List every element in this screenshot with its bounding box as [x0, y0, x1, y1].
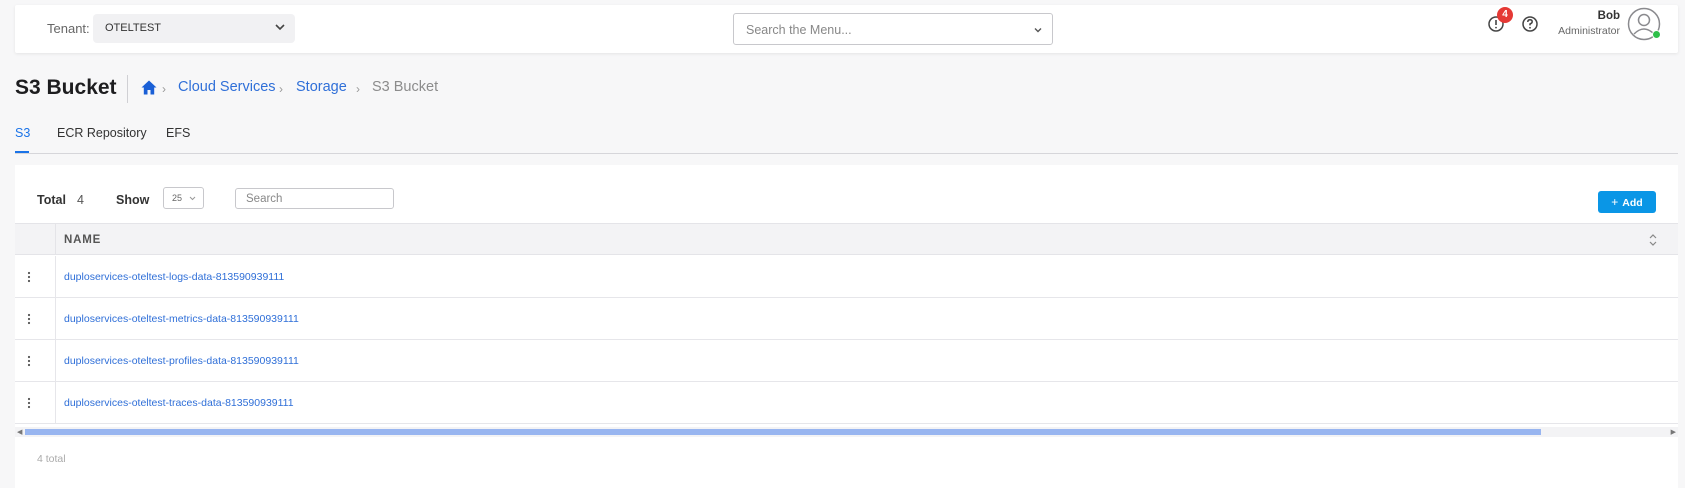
- scroll-right-icon[interactable]: ▶: [1671, 428, 1676, 436]
- page-size-select[interactable]: 25: [163, 187, 204, 209]
- user-name: Bob: [1597, 10, 1620, 22]
- column-divider: [55, 224, 56, 255]
- breadcrumb-storage[interactable]: Storage: [296, 79, 347, 95]
- horizontal-scrollbar[interactable]: ◀ ▶: [15, 427, 1678, 437]
- column-divider: [55, 256, 56, 298]
- total-label: Total: [37, 193, 66, 207]
- add-button[interactable]: + Add: [1598, 191, 1656, 213]
- kebab-menu-icon[interactable]: [26, 396, 32, 410]
- kebab-menu-icon[interactable]: [26, 312, 32, 326]
- breadcrumb-current: S3 Bucket: [372, 79, 439, 95]
- home-icon[interactable]: [140, 79, 158, 96]
- table-row: duploservices-oteltest-logs-data-8135909…: [15, 256, 1678, 298]
- tenant-value: OTELTEST: [105, 22, 162, 34]
- add-button-label: Add: [1622, 197, 1643, 209]
- help-icon[interactable]: [1520, 14, 1540, 34]
- kebab-menu-icon[interactable]: [26, 270, 32, 284]
- plus-icon: +: [1611, 195, 1619, 209]
- kebab-menu-icon[interactable]: [26, 354, 32, 368]
- total-count: 4: [77, 193, 84, 207]
- column-header-name[interactable]: NAME: [64, 234, 101, 246]
- alert-count-badge: 4: [1497, 7, 1513, 23]
- tab-s3[interactable]: S3: [15, 126, 30, 140]
- bucket-name-link[interactable]: duploservices-oteltest-traces-data-81359…: [64, 397, 294, 409]
- page-title: S3 Bucket: [15, 76, 117, 99]
- page-size-value: 25: [172, 193, 183, 203]
- top-bar: Tenant: OTELTEST Search the Menu...: [15, 5, 1678, 53]
- bucket-name-link[interactable]: duploservices-oteltest-metrics-data-8135…: [64, 313, 299, 325]
- chevron-right-icon: ›: [356, 82, 360, 96]
- table-row: duploservices-oteltest-traces-data-81359…: [15, 382, 1678, 424]
- chevron-right-icon: ›: [162, 82, 166, 96]
- chevron-down-icon: [1034, 28, 1042, 33]
- online-status-dot: [1652, 30, 1661, 39]
- table-row: duploservices-oteltest-profiles-data-813…: [15, 340, 1678, 382]
- table-header: NAME: [15, 223, 1678, 255]
- chevron-down-icon: [189, 196, 196, 201]
- column-divider: [55, 382, 56, 424]
- tenant-label: Tenant:: [47, 21, 90, 36]
- menu-search-placeholder: Search the Menu...: [746, 23, 852, 37]
- footer-total: 4 total: [37, 453, 66, 465]
- table-row: duploservices-oteltest-metrics-data-8135…: [15, 298, 1678, 340]
- tenant-select[interactable]: OTELTEST: [93, 14, 295, 43]
- chevron-down-icon: [275, 24, 285, 31]
- bucket-name-link[interactable]: duploservices-oteltest-profiles-data-813…: [64, 355, 299, 367]
- sort-icon[interactable]: [1647, 232, 1659, 248]
- chevron-right-icon: ›: [279, 82, 283, 96]
- column-divider: [55, 340, 56, 382]
- s3-bucket-table-card: Total 4 Show 25 +Add NAME duploservices-…: [15, 165, 1678, 488]
- breadcrumb-cloud-services[interactable]: Cloud Services: [178, 79, 276, 95]
- title-divider: [127, 75, 128, 103]
- table-search-input[interactable]: [235, 188, 394, 209]
- user-role: Administrator: [1558, 25, 1620, 37]
- bucket-name-link[interactable]: duploservices-oteltest-logs-data-8135909…: [64, 271, 284, 283]
- column-divider: [55, 298, 56, 340]
- tabs-divider: [15, 153, 1678, 154]
- tab-efs[interactable]: EFS: [166, 126, 190, 140]
- scrollbar-thumb[interactable]: [25, 429, 1541, 435]
- tab-ecr-repository[interactable]: ECR Repository: [57, 126, 147, 140]
- scroll-left-icon[interactable]: ◀: [17, 428, 22, 436]
- menu-search-input[interactable]: Search the Menu...: [733, 13, 1053, 45]
- show-label: Show: [116, 193, 150, 207]
